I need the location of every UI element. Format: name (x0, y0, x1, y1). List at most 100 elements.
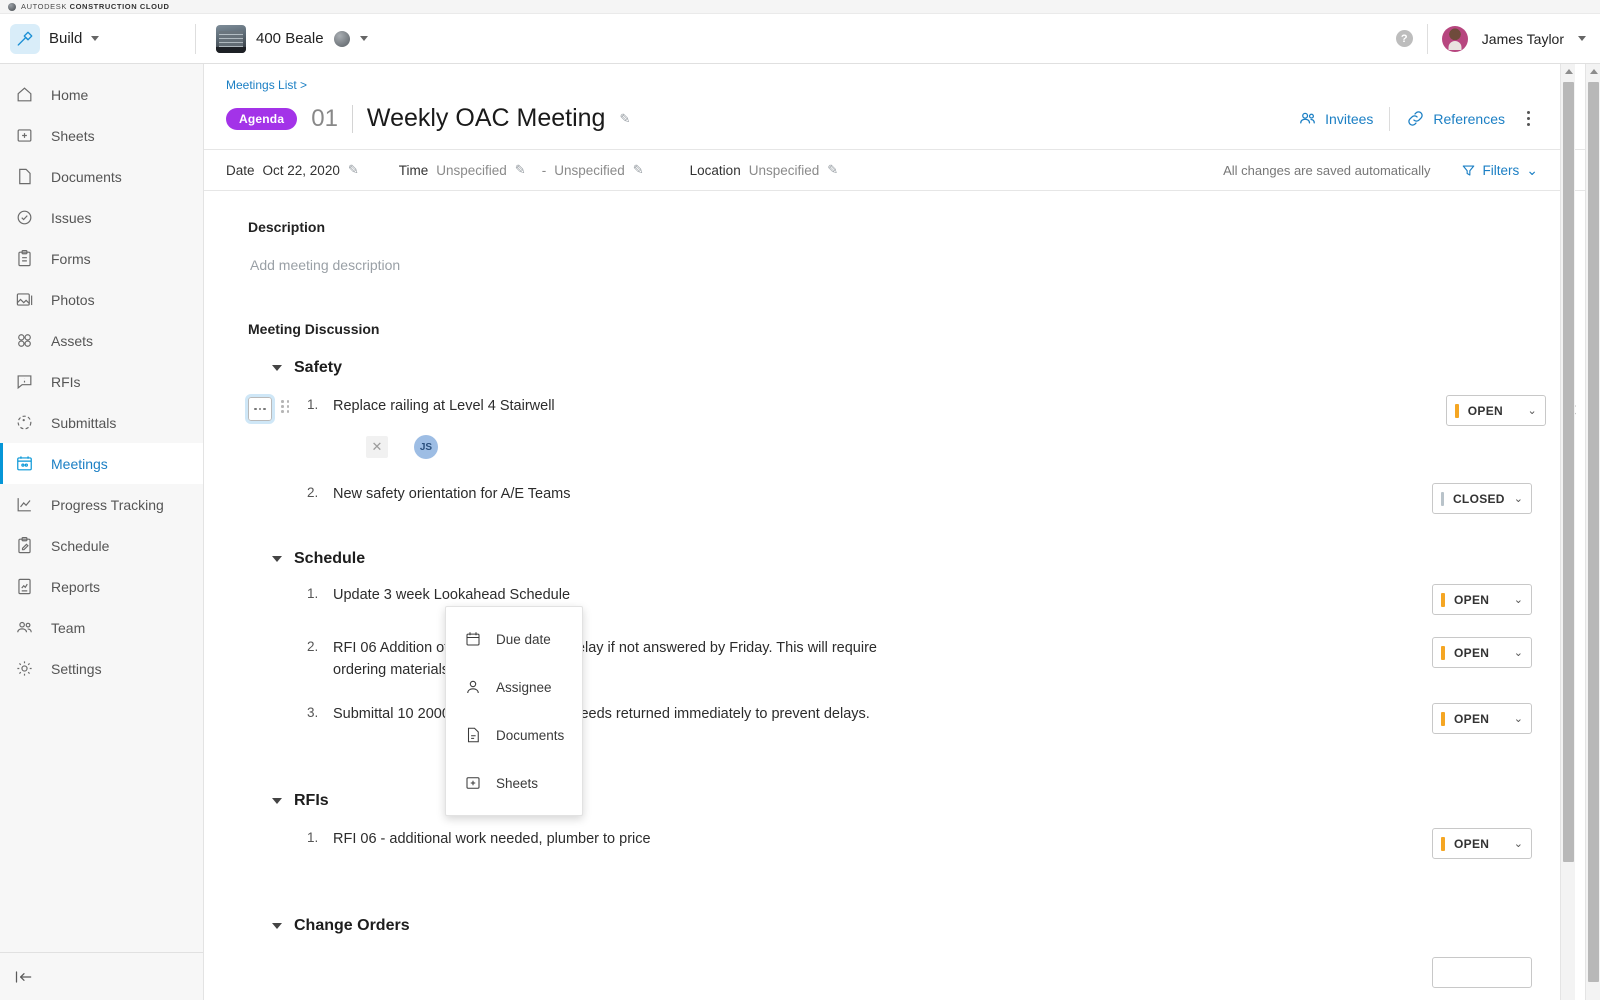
remove-due-date-button[interactable]: ✕ (366, 436, 388, 458)
time-field[interactable]: Time Unspecified ✎ (399, 162, 526, 178)
item-text[interactable]: RFI 06 - additional work needed, plumber… (333, 828, 651, 850)
project-selector[interactable]: 400 Beale (196, 25, 368, 53)
filters-button[interactable]: Filters ⌄ (1461, 162, 1538, 179)
sidebar-item-reports[interactable]: Reports (0, 566, 203, 607)
item-text[interactable]: New safety orientation for A/E Teams (333, 483, 571, 505)
edit-location-pencil-icon[interactable]: ✎ (827, 162, 838, 178)
date-field[interactable]: Date Oct 22, 2020 ✎ (226, 162, 359, 178)
context-menu-item-sheets[interactable]: Sheets (446, 759, 582, 807)
status-dropdown[interactable]: OPEN ⌄ (1432, 584, 1532, 615)
sidebar-item-label: Issues (51, 210, 91, 226)
sidebar-item-meetings[interactable]: Meetings (0, 443, 203, 484)
status-dropdown[interactable]: OPEN ⌄ (1432, 637, 1532, 668)
product-switcher[interactable]: Build (0, 24, 195, 54)
meetings-icon (14, 453, 35, 474)
group-header[interactable]: Change Orders (272, 917, 1578, 935)
invitees-button[interactable]: Invitees (1298, 110, 1373, 127)
assignee-avatar[interactable]: JS (414, 435, 438, 459)
sidebar-item-documents[interactable]: Documents (0, 156, 203, 197)
status-closed-indicator-icon (1441, 492, 1444, 506)
location-field[interactable]: Location Unspecified ✎ (690, 162, 839, 178)
sidebar-item-sheets[interactable]: Sheets (0, 115, 203, 156)
sidebar-item-issues[interactable]: Issues (0, 197, 203, 238)
sidebar-item-forms[interactable]: Forms (0, 238, 203, 279)
avatar[interactable] (1442, 26, 1468, 52)
user-chevron-down-icon[interactable] (1578, 36, 1586, 41)
project-chevron-down-icon[interactable] (360, 36, 368, 41)
item-options-button[interactable] (248, 397, 272, 421)
scrollbar-thumb[interactable] (1563, 82, 1574, 862)
user-name: James Taylor (1482, 31, 1564, 47)
context-menu-item-assignee[interactable]: Assignee (446, 663, 582, 711)
content-scrollbar[interactable] (1560, 64, 1575, 1000)
group-name: Change Orders (294, 917, 410, 935)
sidebar-item-label: Submittals (51, 415, 116, 431)
edit-date-pencil-icon[interactable]: ✎ (348, 162, 359, 178)
item-context-menu: Due date Assignee Documents Sheets (445, 606, 583, 816)
sidebar-item-photos[interactable]: Photos (0, 279, 203, 320)
home-icon (14, 84, 35, 105)
item-text[interactable]: Replace railing at Level 4 Stairwell (333, 395, 555, 417)
submittals-icon (14, 412, 35, 433)
edit-title-pencil-icon[interactable]: ✎ (619, 111, 630, 127)
help-icon[interactable]: ? (1396, 30, 1413, 47)
sidebar-item-schedule[interactable]: Schedule (0, 525, 203, 566)
group-header[interactable]: Schedule (272, 550, 1578, 568)
filters-chevron-down-icon: ⌄ (1526, 162, 1538, 179)
item-status-area (1432, 957, 1578, 988)
collapse-sidebar-button[interactable] (14, 969, 34, 985)
chevron-down-icon[interactable] (272, 365, 282, 371)
more-options-icon[interactable] (1521, 109, 1536, 128)
people-icon (1298, 110, 1317, 127)
sidebar-item-home[interactable]: Home (0, 74, 203, 115)
description-input[interactable]: Add meeting description (250, 257, 1578, 273)
sidebar-item-assets[interactable]: Assets (0, 320, 203, 361)
scroll-up-arrow-icon[interactable] (1561, 64, 1576, 79)
chevron-down-icon: ⌄ (1514, 712, 1523, 725)
item-text[interactable]: Submittal 10 2000 is now critical and ne… (333, 703, 870, 725)
sheets-icon (14, 125, 35, 146)
edit-time-end-pencil-icon[interactable]: ✎ (633, 162, 644, 178)
status-dropdown[interactable]: CLOSED ⌄ (1432, 483, 1532, 514)
sidebar-item-settings[interactable]: Settings (0, 648, 203, 689)
sidebar-item-label: Settings (51, 661, 102, 677)
discussion-group-safety: Safety 1. Replace railing at Level 4 Sta… (248, 359, 1578, 514)
sidebar-item-rfis[interactable]: RFIs (0, 361, 203, 402)
status-dropdown[interactable]: OPEN ⌄ (1446, 395, 1546, 426)
status-dropdown[interactable]: OPEN ⌄ (1432, 703, 1532, 734)
header-right-actions: ? James Taylor (1396, 24, 1600, 54)
location-value: Unspecified (749, 163, 820, 178)
sidebar-item-progress-tracking[interactable]: Progress Tracking (0, 484, 203, 525)
breadcrumb[interactable]: Meetings List > (226, 78, 1578, 92)
sidebar-item-team[interactable]: Team (0, 607, 203, 648)
scroll-up-arrow-icon[interactable] (1586, 64, 1600, 79)
item-text[interactable]: Update 3 week Lookahead Schedule (333, 584, 570, 606)
edit-time-start-pencil-icon[interactable]: ✎ (515, 162, 526, 178)
sidebar-item-submittals[interactable]: Submittals (0, 402, 203, 443)
item-text[interactable]: RFI 06 Addition of Work will cause a del… (333, 637, 923, 681)
sidebar-item-label: Team (51, 620, 85, 636)
status-dropdown[interactable]: OPEN ⌄ (1432, 828, 1532, 859)
chevron-down-icon[interactable] (91, 36, 99, 41)
context-menu-label: Sheets (496, 776, 538, 791)
group-name: RFIs (294, 792, 329, 810)
sidebar-item-label: Documents (51, 169, 122, 185)
chevron-down-icon[interactable] (272, 556, 282, 562)
item-status-area: OPEN ⌄ (1432, 637, 1578, 668)
status-dropdown[interactable] (1432, 957, 1532, 988)
references-button[interactable]: References (1406, 109, 1505, 128)
scrollbar-thumb[interactable] (1588, 82, 1599, 982)
link-icon (1406, 109, 1425, 128)
document-icon (464, 726, 482, 744)
item-status-area: OPEN ⌄ (1432, 828, 1578, 859)
chevron-down-icon[interactable] (272, 798, 282, 804)
time-end-field[interactable]: Unspecified ✎ (554, 162, 643, 178)
context-menu-item-documents[interactable]: Documents (446, 711, 582, 759)
autosave-status: All changes are saved automatically (1223, 163, 1430, 178)
context-menu-item-due-date[interactable]: Due date (446, 615, 582, 663)
group-header[interactable]: Safety (272, 359, 1578, 377)
drag-handle[interactable] (281, 400, 299, 413)
chevron-down-icon: ⌄ (1514, 593, 1523, 606)
window-scrollbar[interactable] (1585, 64, 1600, 1000)
chevron-down-icon[interactable] (272, 923, 282, 929)
